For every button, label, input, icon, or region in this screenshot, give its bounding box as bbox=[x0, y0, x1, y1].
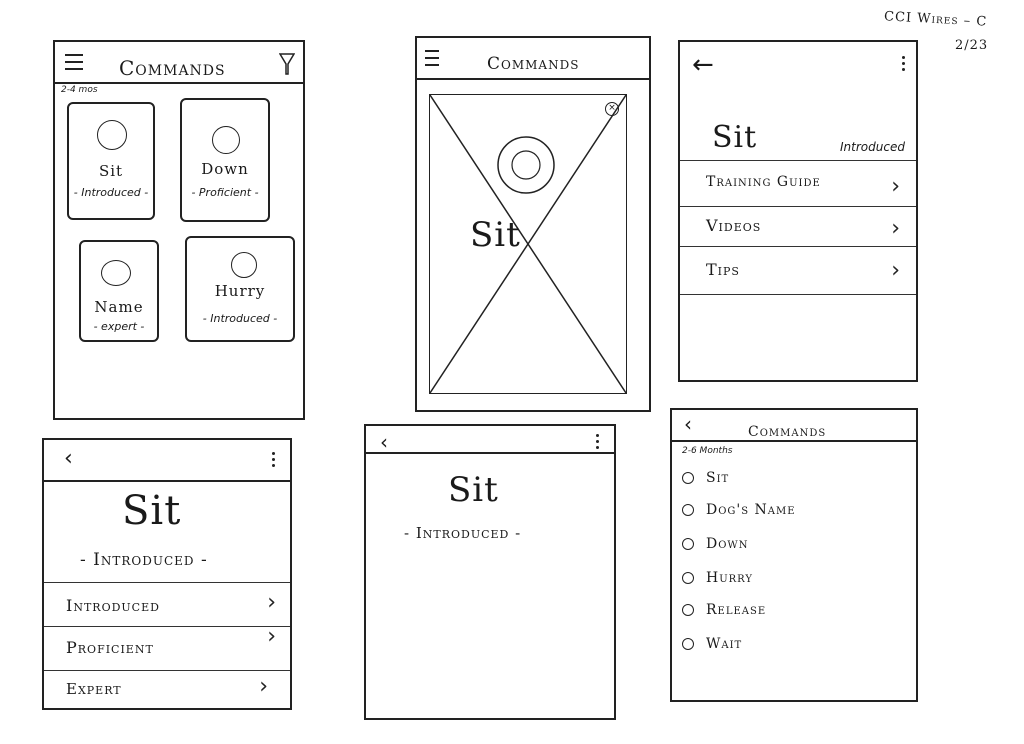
list-item-label: Wait bbox=[706, 636, 743, 652]
screen-command-detail: ← Sit Introduced Training Guide › Videos… bbox=[678, 40, 918, 382]
list-item-label: Release bbox=[706, 602, 767, 618]
header-divider bbox=[55, 82, 303, 84]
command-bullet-icon bbox=[682, 572, 694, 584]
close-icon[interactable]: × bbox=[605, 102, 619, 116]
level-expert[interactable]: Expert bbox=[66, 680, 122, 698]
level-proficient[interactable]: Proficient bbox=[66, 638, 154, 657]
screen-commands-list: ‹ Commands 2-6 Months Sit Dog's Name Dow… bbox=[670, 408, 918, 702]
command-status: - Introduced - bbox=[202, 312, 278, 325]
filter-icon[interactable] bbox=[278, 52, 296, 76]
list-item-release[interactable]: Release bbox=[682, 602, 766, 618]
command-status: - expert - bbox=[93, 320, 145, 333]
page-title: Commands bbox=[748, 424, 827, 440]
kebab-icon[interactable] bbox=[272, 452, 276, 470]
chevron-right-icon: › bbox=[267, 624, 276, 649]
command-name: Sit bbox=[98, 162, 124, 180]
chevron-right-icon: › bbox=[891, 258, 900, 283]
back-arrow-icon[interactable]: ‹ bbox=[64, 446, 73, 471]
header-divider bbox=[366, 452, 614, 454]
back-arrow-icon[interactable]: ‹ bbox=[684, 412, 692, 436]
menu-item-videos[interactable]: Videos bbox=[706, 216, 761, 235]
list-item-down[interactable]: Down bbox=[682, 536, 748, 552]
level-divider bbox=[44, 626, 290, 627]
command-icon bbox=[101, 260, 131, 286]
command-card-sit[interactable]: Sit - Introduced - bbox=[67, 102, 155, 220]
list-item-hurry[interactable]: Hurry bbox=[682, 570, 753, 586]
screen-command-levels: ‹ Sit - Introduced - Introduced › Profic… bbox=[42, 438, 292, 710]
level-divider bbox=[44, 670, 290, 671]
chevron-right-icon: › bbox=[259, 674, 268, 699]
chevron-right-icon: › bbox=[267, 590, 276, 615]
level-divider bbox=[44, 582, 290, 583]
header-divider bbox=[44, 480, 290, 482]
list-item-wait[interactable]: Wait bbox=[682, 636, 742, 652]
menu-item-tips[interactable]: Tips bbox=[706, 260, 740, 279]
age-range-label: 2-6 Months bbox=[682, 446, 733, 456]
page-title: Commands bbox=[487, 54, 580, 74]
list-item-dogs-name[interactable]: Dog's Name bbox=[682, 502, 796, 518]
kebab-icon[interactable] bbox=[902, 56, 906, 74]
menu-divider bbox=[680, 206, 916, 207]
back-arrow-icon[interactable]: ← bbox=[692, 50, 714, 80]
command-name: Sit bbox=[448, 470, 499, 510]
chevron-right-icon: › bbox=[891, 174, 900, 199]
list-item-label: Dog's Name bbox=[706, 502, 796, 518]
corner-note-title: CCI Wires – C bbox=[883, 9, 988, 30]
command-status: - Introduced - bbox=[73, 186, 149, 199]
list-item-label: Sit bbox=[706, 470, 730, 486]
menu-item-training-guide[interactable]: Training Guide bbox=[706, 174, 821, 190]
back-arrow-icon[interactable]: ‹ bbox=[380, 430, 388, 454]
header-divider bbox=[417, 78, 649, 80]
screen-command-image: Commands Sit × bbox=[415, 36, 651, 412]
command-card-hurry[interactable]: Hurry - Introduced - bbox=[185, 236, 295, 342]
screen-command-simple: ‹ Sit - Introduced - bbox=[364, 424, 616, 720]
menu-divider bbox=[680, 246, 916, 247]
command-name: Down bbox=[201, 160, 249, 178]
command-name: Sit bbox=[712, 120, 758, 155]
list-item-sit[interactable]: Sit bbox=[682, 470, 729, 486]
command-card-down[interactable]: Down - Proficient - bbox=[180, 98, 270, 222]
command-name: Hurry bbox=[214, 282, 266, 300]
command-bullet-icon bbox=[682, 538, 694, 550]
hamburger-icon[interactable] bbox=[65, 54, 83, 75]
corner-note-date: 2/23 bbox=[955, 38, 989, 53]
command-icon bbox=[231, 252, 257, 278]
menu-divider bbox=[680, 160, 916, 161]
list-item-label: Hurry bbox=[706, 570, 753, 586]
header-divider bbox=[672, 440, 916, 442]
command-bullet-icon bbox=[682, 638, 694, 650]
command-bullet-icon bbox=[682, 504, 694, 516]
kebab-icon[interactable] bbox=[596, 434, 600, 452]
command-bullet-icon bbox=[682, 604, 694, 616]
image-placeholder-icon: Sit bbox=[429, 94, 627, 394]
command-name: Name bbox=[94, 298, 144, 316]
screen-commands-grid: Commands 2-4 mos Sit - Introduced - Down… bbox=[53, 40, 305, 420]
command-icon bbox=[97, 120, 127, 150]
command-bullet-icon bbox=[682, 472, 694, 484]
command-status: - Proficient - bbox=[191, 186, 259, 199]
page-title: Commands bbox=[119, 56, 226, 80]
list-item-label: Down bbox=[706, 536, 749, 552]
overlay-command-name: Sit bbox=[470, 215, 521, 255]
command-status: Introduced bbox=[840, 140, 905, 154]
chevron-right-icon: › bbox=[891, 216, 900, 241]
menu-divider bbox=[680, 294, 916, 295]
command-name: Sit bbox=[122, 488, 182, 534]
age-range-label: 2-4 mos bbox=[61, 85, 98, 95]
command-status: - Introduced - bbox=[404, 524, 522, 542]
command-card-name[interactable]: Name - expert - bbox=[79, 240, 159, 342]
level-introduced[interactable]: Introduced bbox=[66, 596, 160, 615]
command-icon bbox=[212, 126, 240, 154]
command-status: - Introduced - bbox=[80, 550, 208, 570]
hamburger-icon[interactable] bbox=[425, 50, 439, 71]
